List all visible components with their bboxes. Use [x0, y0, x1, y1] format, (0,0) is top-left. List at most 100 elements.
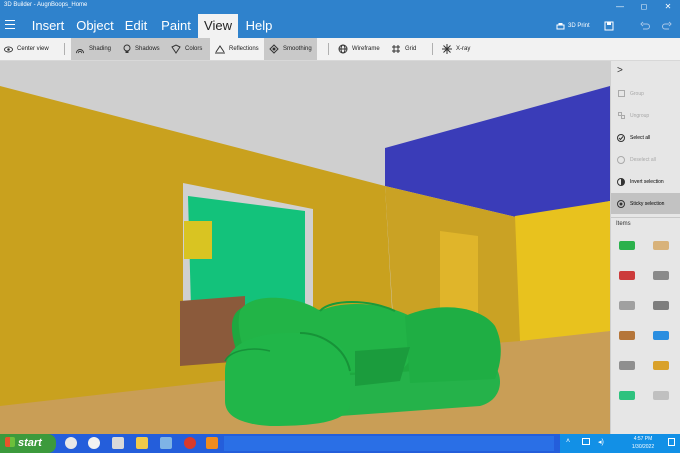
tab-paint[interactable]: Paint	[158, 14, 194, 38]
smoothing-button[interactable]: Smoothing	[264, 38, 317, 60]
select-all-icon	[617, 133, 625, 142]
group-button[interactable]: Group	[611, 83, 680, 104]
gray-bin-item[interactable]	[615, 353, 639, 377]
windows-logo-icon	[5, 437, 15, 447]
xray-button[interactable]: X-ray	[442, 38, 476, 60]
3d-print-button[interactable]: 3D Print	[556, 14, 590, 38]
clock[interactable]: 4:57 PM 1/30/2022	[620, 435, 666, 451]
penguin-icon[interactable]	[88, 437, 100, 449]
computer-icon[interactable]	[112, 437, 124, 449]
paint-bucket-icon	[171, 44, 181, 54]
pole-item[interactable]	[649, 383, 673, 407]
document-icon[interactable]	[160, 437, 172, 449]
eye-icon	[4, 46, 13, 52]
globe-icon	[338, 44, 348, 54]
bulb-icon	[123, 44, 131, 53]
colors-button[interactable]: Colors	[166, 38, 210, 60]
grid-button[interactable]: Grid	[391, 38, 421, 60]
3d-print-label: 3D Print	[568, 23, 590, 29]
volume-icon[interactable]: ◂)	[598, 438, 604, 446]
undo-icon[interactable]	[640, 21, 650, 31]
wireframe-label: Wireframe	[352, 46, 380, 52]
vlc-icon[interactable]	[206, 437, 218, 449]
hamburger-menu-icon[interactable]	[5, 20, 15, 32]
ungroup-label: Ungroup	[630, 112, 650, 119]
view-toolbar: Center view Shading Shadows Colors Refle…	[0, 38, 680, 61]
blue-bin-item[interactable]	[649, 323, 673, 347]
grid-icon	[392, 45, 400, 53]
smoothing-icon	[269, 44, 279, 54]
sofa-model	[224, 297, 501, 426]
xray-label: X-ray	[456, 46, 471, 52]
close-button[interactable]: ✕	[656, 0, 680, 14]
menu-bar: Insert Object Edit Paint View Help 3D Pr…	[0, 14, 680, 38]
gray-slab-item[interactable]	[649, 263, 673, 287]
taskbar-window-area	[224, 436, 554, 451]
deselect-all-button[interactable]: Deselect all	[611, 149, 680, 170]
save-icon[interactable]	[604, 21, 614, 31]
tab-insert[interactable]: Insert	[26, 14, 70, 38]
shading-icon	[75, 48, 85, 53]
toolbar-divider	[328, 43, 329, 55]
collapse-panel-button[interactable]: >	[617, 65, 623, 76]
red-yellow-bar-item[interactable]	[649, 353, 673, 377]
colors-label: Colors	[185, 46, 203, 52]
start-label: start	[18, 437, 42, 449]
3d-viewport[interactable]	[0, 61, 610, 434]
sticky-selection-label: Sticky selection	[630, 200, 665, 207]
redo-icon[interactable]	[662, 21, 672, 31]
reflection-icon	[215, 45, 225, 54]
printer-icon	[556, 22, 565, 29]
smoothing-label: Smoothing	[283, 46, 312, 52]
start-button[interactable]: start	[0, 434, 56, 453]
folder-icon[interactable]	[136, 437, 148, 449]
table-item[interactable]	[615, 323, 639, 347]
shading-button[interactable]: Shading	[71, 38, 117, 60]
tab-view[interactable]: View	[198, 14, 238, 38]
grid-label: Grid	[405, 46, 417, 52]
wireframe-button[interactable]: Wireframe	[338, 38, 386, 60]
center-view-button[interactable]: Center view	[4, 38, 60, 60]
tab-edit[interactable]: Edit	[120, 14, 152, 38]
flat-tile-item[interactable]	[649, 233, 673, 257]
system-tray: ˄ ◂) 4:57 PM 1/30/2022	[560, 434, 680, 453]
deselect-all-icon	[617, 155, 625, 164]
media-player-icon[interactable]	[184, 437, 196, 449]
reflections-button[interactable]: Reflections	[212, 38, 262, 60]
items-heading: Items	[616, 221, 631, 227]
tab-object[interactable]: Object	[72, 14, 118, 38]
network-icon[interactable]	[582, 438, 590, 445]
toolbar-divider	[64, 43, 65, 55]
invert-selection-label: Invert selection	[630, 178, 664, 185]
chrome-icon[interactable]	[65, 437, 77, 449]
red-bar-item[interactable]	[615, 263, 639, 287]
sticky-selection-button[interactable]: Sticky selection	[611, 193, 680, 214]
sticky-selection-icon	[617, 199, 625, 208]
xray-icon	[442, 44, 452, 54]
sofa-item[interactable]	[615, 233, 639, 257]
invert-selection-button[interactable]: Invert selection	[611, 171, 680, 192]
notifications-icon[interactable]	[668, 438, 675, 446]
scene-render	[0, 61, 610, 434]
tab-help[interactable]: Help	[242, 14, 276, 38]
panel-divider	[611, 217, 680, 218]
gray-box-item[interactable]	[615, 293, 639, 317]
shadows-button[interactable]: Shadows	[117, 38, 166, 60]
deselect-all-label: Deselect all	[630, 156, 656, 163]
group-label: Group	[630, 90, 644, 97]
ungroup-button[interactable]: Ungroup	[611, 105, 680, 126]
shading-label: Shading	[89, 46, 112, 52]
shadows-label: Shadows	[135, 46, 160, 52]
window-title: 3D Builder - AugnBoops_Home	[4, 2, 88, 8]
minimize-button[interactable]: —	[608, 0, 632, 14]
gray-cube-item[interactable]	[649, 293, 673, 317]
tray-expand-icon[interactable]: ˄	[566, 438, 570, 445]
maximize-button[interactable]: ◻	[632, 0, 656, 14]
title-bar: 3D Builder - AugnBoops_Home — ◻ ✕	[0, 0, 680, 14]
select-all-label: Select all	[630, 134, 651, 141]
invert-selection-icon	[617, 177, 625, 186]
green-tray-item[interactable]	[615, 383, 639, 407]
reflections-label: Reflections	[229, 46, 259, 52]
select-all-button[interactable]: Select all	[611, 127, 680, 148]
clock-date: 1/30/2022	[631, 444, 655, 450]
